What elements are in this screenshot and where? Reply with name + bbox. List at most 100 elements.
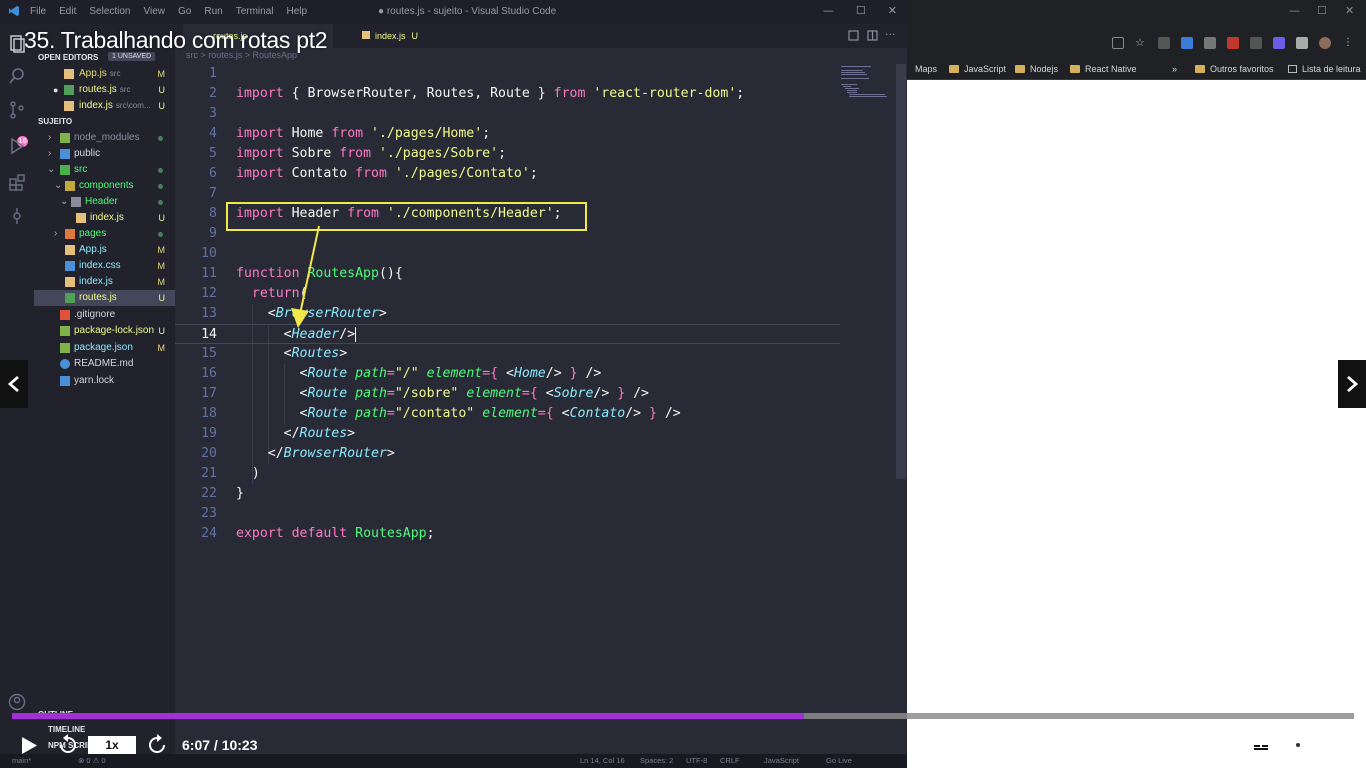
avatar[interactable]	[1319, 37, 1331, 49]
extension-icon[interactable]	[1250, 37, 1262, 49]
playback-speed-button[interactable]: 1x	[88, 736, 136, 754]
code-line: 20 </BrowserRouter>	[201, 446, 395, 461]
tree-item[interactable]: ⌄ components	[34, 178, 175, 194]
menu-selection[interactable]: Selection	[89, 6, 130, 17]
previous-lesson-button[interactable]	[0, 360, 28, 408]
close-icon[interactable]: ✕	[1345, 4, 1354, 17]
tab-index-js[interactable]: index.js U	[350, 24, 440, 48]
split-editor-icon[interactable]	[867, 30, 878, 41]
play-icon[interactable]	[20, 736, 38, 755]
bookmark-item[interactable]: React Native	[1070, 64, 1137, 74]
folder-icon	[60, 165, 70, 175]
open-editor-item[interactable]: ● routes.js src U	[34, 82, 175, 98]
puzzle-icon[interactable]	[1296, 37, 1308, 49]
extension-icon[interactable]	[1227, 37, 1239, 49]
vertical-scrollbar[interactable]	[896, 64, 906, 479]
tree-item-selected[interactable]: routes.js U	[34, 290, 175, 306]
code-line: 16 <Route path="/" element={ <Home/> } /…	[201, 366, 602, 381]
volume-icon[interactable]	[1212, 736, 1234, 754]
js-file-icon	[65, 245, 75, 255]
forward-icon[interactable]	[147, 734, 167, 756]
code-line: 21 )	[201, 466, 260, 481]
minimize-icon[interactable]: —	[823, 4, 834, 17]
open-editor-item[interactable]: index.js src\com... U	[34, 98, 175, 114]
info-icon	[60, 359, 70, 369]
tree-item[interactable]: › node_modules	[34, 130, 175, 146]
settings-icon[interactable]	[1288, 735, 1308, 755]
code-line: 3	[209, 106, 217, 121]
tree-item[interactable]: README.md	[34, 356, 175, 372]
code-line: 4 import Home from './pages/Home';	[209, 126, 491, 141]
menu-help[interactable]: Help	[287, 6, 308, 17]
extensions-icon[interactable]	[7, 172, 27, 192]
vscode-window: File Edit Selection View Go Run Terminal…	[0, 0, 907, 768]
menu-terminal[interactable]: Terminal	[236, 6, 274, 17]
extension-icons: ☆ ⋮	[1112, 37, 1354, 49]
maximize-icon[interactable]: ☐	[856, 4, 866, 17]
reading-list-button[interactable]: Lista de leitura	[1288, 64, 1361, 74]
folder-icon	[65, 181, 75, 191]
run-debug-icon[interactable]	[7, 136, 27, 156]
folder-icon	[60, 149, 70, 159]
more-actions-icon[interactable]: ···	[885, 28, 896, 41]
tree-item[interactable]: ⌄ Header	[34, 194, 175, 210]
search-icon[interactable]	[7, 66, 27, 86]
tree-item[interactable]: index.js U	[34, 210, 175, 226]
browser-page-content[interactable]	[907, 81, 1366, 768]
menu-icon[interactable]: ⋮	[1342, 37, 1354, 49]
tree-item[interactable]: index.css M	[34, 258, 175, 274]
next-lesson-button[interactable]	[1338, 360, 1366, 408]
bookmark-item[interactable]: Nodejs	[1015, 64, 1058, 74]
extension-icon[interactable]	[1181, 37, 1193, 49]
tree-item[interactable]: package-lock.json U	[34, 323, 175, 339]
minimize-icon[interactable]: —	[1289, 4, 1300, 17]
video-progress-bar[interactable]	[12, 713, 1354, 719]
js-file-icon	[362, 31, 370, 39]
tree-item[interactable]: package.json M	[34, 340, 175, 356]
project-header[interactable]: SUJEITO	[34, 115, 175, 129]
routes-file-icon	[64, 85, 74, 95]
extension-icon[interactable]	[1204, 37, 1216, 49]
tree-item[interactable]: App.js M	[34, 242, 175, 258]
tree-item[interactable]: yarn.lock	[34, 373, 175, 389]
bookmark-item[interactable]: JavaScript	[949, 64, 1006, 74]
folder-icon	[65, 229, 75, 239]
more-bookmarks-button[interactable]: »	[1172, 64, 1177, 74]
menu-view[interactable]: View	[144, 6, 166, 17]
extension-icon[interactable]	[1273, 37, 1285, 49]
open-editor-item[interactable]: App.js src M	[34, 66, 175, 82]
menu-go[interactable]: Go	[178, 6, 191, 17]
git-graph-icon[interactable]	[7, 206, 27, 226]
star-icon[interactable]: ☆	[1135, 37, 1147, 49]
tree-item[interactable]: › pages	[34, 226, 175, 242]
rewind-icon[interactable]	[58, 734, 78, 756]
folder-icon	[60, 133, 70, 143]
minimap[interactable]	[840, 64, 896, 104]
chevron-right-icon: ›	[48, 132, 52, 143]
status-dot	[158, 168, 163, 173]
tree-item[interactable]: ⌄ src	[34, 162, 175, 178]
maximize-icon[interactable]: ☐	[1317, 4, 1327, 17]
menu-run[interactable]: Run	[204, 6, 222, 17]
reading-list-icon	[1288, 65, 1297, 73]
code-editor[interactable]: 1 2 import { BrowserRouter, Routes, Route…	[175, 64, 840, 704]
open-changes-icon[interactable]	[848, 30, 859, 41]
bookmark-item[interactable]: Maps	[915, 64, 937, 74]
account-icon[interactable]	[7, 692, 27, 712]
extension-icon[interactable]	[1158, 37, 1170, 49]
code-line: 18 <Route path="/contato" element={ <Con…	[201, 406, 681, 421]
code-line: 12 return(	[201, 286, 307, 301]
menu-edit[interactable]: Edit	[59, 6, 76, 17]
bookmark-item[interactable]: Outros favoritos	[1195, 64, 1274, 74]
tree-item[interactable]: › public	[34, 146, 175, 162]
menu-file[interactable]: File	[30, 6, 46, 17]
close-icon[interactable]: ✕	[888, 4, 897, 17]
tree-item[interactable]: .gitignore	[34, 307, 175, 323]
exit-fullscreen-icon[interactable]	[1327, 736, 1345, 754]
code-line: 11 function RoutesApp(){	[201, 266, 403, 281]
json-file-icon	[60, 326, 70, 336]
share-icon[interactable]	[1112, 37, 1124, 49]
tree-item[interactable]: index.js M	[34, 274, 175, 290]
captions-icon[interactable]	[1251, 737, 1271, 753]
source-control-icon[interactable]	[7, 100, 27, 120]
